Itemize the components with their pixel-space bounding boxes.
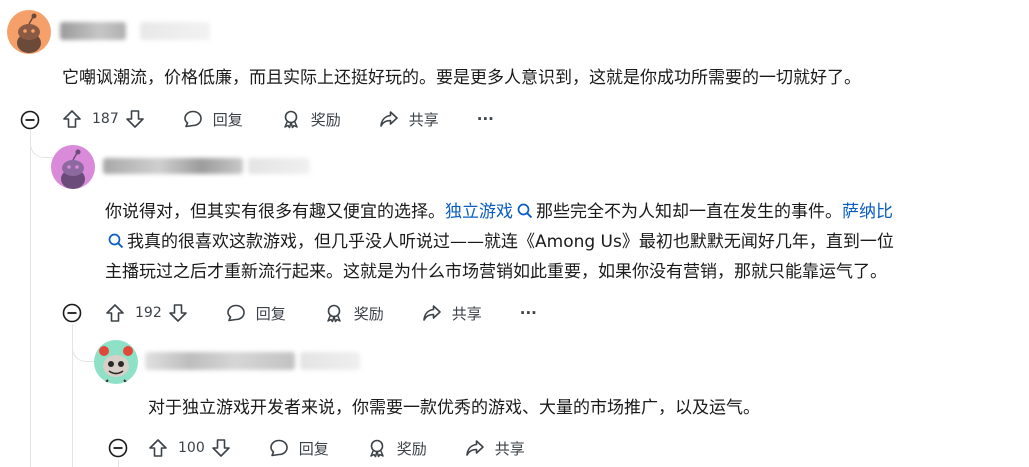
collapse-thread-icon[interactable]: [108, 438, 128, 458]
award-button[interactable]: 奖励: [367, 438, 427, 459]
upvote-icon[interactable]: [62, 109, 82, 129]
collapse-thread-icon[interactable]: [62, 303, 82, 323]
reply-label: 回复: [212, 110, 243, 129]
downvote-icon[interactable]: [168, 303, 188, 323]
award-button[interactable]: 奖励: [324, 303, 384, 324]
downvote-icon[interactable]: [211, 438, 231, 458]
award-icon: [327, 304, 341, 323]
award-icon: [370, 439, 384, 458]
share-icon: [379, 111, 398, 127]
comment-line-3: 主播玩过之后才重新流行起来。这就是为什么市场营销如此重要，如果你没有营销，那就只…: [105, 262, 887, 282]
avatar[interactable]: [7, 10, 51, 54]
collapse-thread-icon[interactable]: [20, 110, 40, 130]
thread-branch-reply: [30, 135, 53, 158]
search-link-text[interactable]: 独立游戏: [445, 202, 513, 222]
comment-actions: 192 回复 奖励 共享 ···: [105, 299, 537, 327]
comment-line-1: 你说得对，但其实有很多有趣又便宜的选择。独立游戏 那些完全不为人知却一直在发生的事…: [105, 197, 1005, 227]
vote-group: 187: [62, 109, 145, 129]
comment-bubble-icon: [269, 439, 288, 457]
comment-text: 我真的很喜欢这款游戏，但几乎没人听说过——就连《Among Us》最初也默默无闻…: [127, 232, 894, 252]
snoo-avatar-icon: [99, 346, 133, 384]
snoo-avatar-icon: [61, 149, 85, 189]
vote-count: 192: [135, 305, 162, 321]
avatar[interactable]: [94, 340, 138, 384]
share-label: 共享: [408, 110, 439, 129]
reply-button[interactable]: 回复: [226, 303, 286, 324]
award-label: 奖励: [353, 304, 384, 323]
share-icon: [422, 305, 441, 321]
thread-line-main: [30, 130, 31, 467]
snoo-avatar-icon: [17, 13, 41, 53]
share-label: 共享: [451, 304, 482, 323]
more-options-button[interactable]: ···: [520, 304, 537, 322]
vote-count: 100: [178, 440, 205, 456]
thread-line-nested: [118, 460, 119, 467]
username-redacted: [145, 352, 295, 370]
upvote-icon[interactable]: [105, 303, 125, 323]
vote-group: 100: [148, 438, 231, 458]
timestamp-redacted: [140, 22, 210, 40]
thread-branch-nested: [72, 333, 97, 362]
avatar[interactable]: [51, 145, 95, 189]
timestamp-redacted: [300, 352, 360, 370]
share-button[interactable]: 共享: [422, 303, 482, 324]
share-button[interactable]: 共享: [379, 109, 439, 130]
vote-count: 187: [92, 111, 119, 127]
search-icon[interactable]: [516, 202, 534, 220]
award-button[interactable]: 奖励: [281, 109, 341, 130]
comment-bubble-icon: [226, 304, 245, 322]
comment-actions: 187 回复 奖励 共享 ···: [62, 105, 494, 133]
award-icon: [284, 110, 298, 129]
search-link-indie-games[interactable]: 独立游戏: [445, 202, 536, 222]
comment-body: 它嘲讽潮流，价格低廉，而且实际上还挺好玩的。要是更多人意识到，这就是你成功所需要…: [62, 68, 861, 88]
reply-button[interactable]: 回复: [269, 438, 329, 459]
username-redacted: [60, 22, 126, 40]
reply-button[interactable]: 回复: [183, 109, 243, 130]
username-redacted: [103, 158, 243, 174]
timestamp-redacted: [248, 158, 310, 174]
upvote-icon[interactable]: [148, 438, 168, 458]
search-link-sanabi[interactable]: 萨纳比: [842, 202, 893, 222]
comment-body: 你说得对，但其实有很多有趣又便宜的选择。独立游戏 那些完全不为人知却一直在发生的事…: [105, 197, 1005, 287]
more-options-icon: ···: [519, 304, 537, 322]
more-options-icon: ···: [476, 110, 494, 128]
award-label: 奖励: [310, 110, 341, 129]
more-options-button[interactable]: ···: [477, 110, 494, 128]
vote-group: 192: [105, 303, 188, 323]
share-label: 共享: [494, 439, 525, 458]
comment-line-2: 我真的很喜欢这款游戏，但几乎没人听说过——就连《Among Us》最初也默默无闻…: [105, 227, 1005, 257]
comment-text: 那些完全不为人知却一直在发生的事件。: [536, 202, 842, 222]
comment-bubble-icon: [183, 110, 202, 128]
comment-body: 对于独立游戏开发者来说，你需要一款优秀的游戏、大量的市场推广，以及运气。: [148, 398, 760, 418]
reply-label: 回复: [255, 304, 286, 323]
downvote-icon[interactable]: [125, 109, 145, 129]
search-icon[interactable]: [107, 232, 125, 250]
share-button[interactable]: 共享: [465, 438, 525, 459]
share-icon: [465, 440, 484, 456]
reply-label: 回复: [298, 439, 329, 458]
comment-text: 你说得对，但其实有很多有趣又便宜的选择。: [105, 202, 445, 222]
comment-actions: 100 回复 奖励 共享: [148, 434, 525, 462]
award-label: 奖励: [396, 439, 427, 458]
